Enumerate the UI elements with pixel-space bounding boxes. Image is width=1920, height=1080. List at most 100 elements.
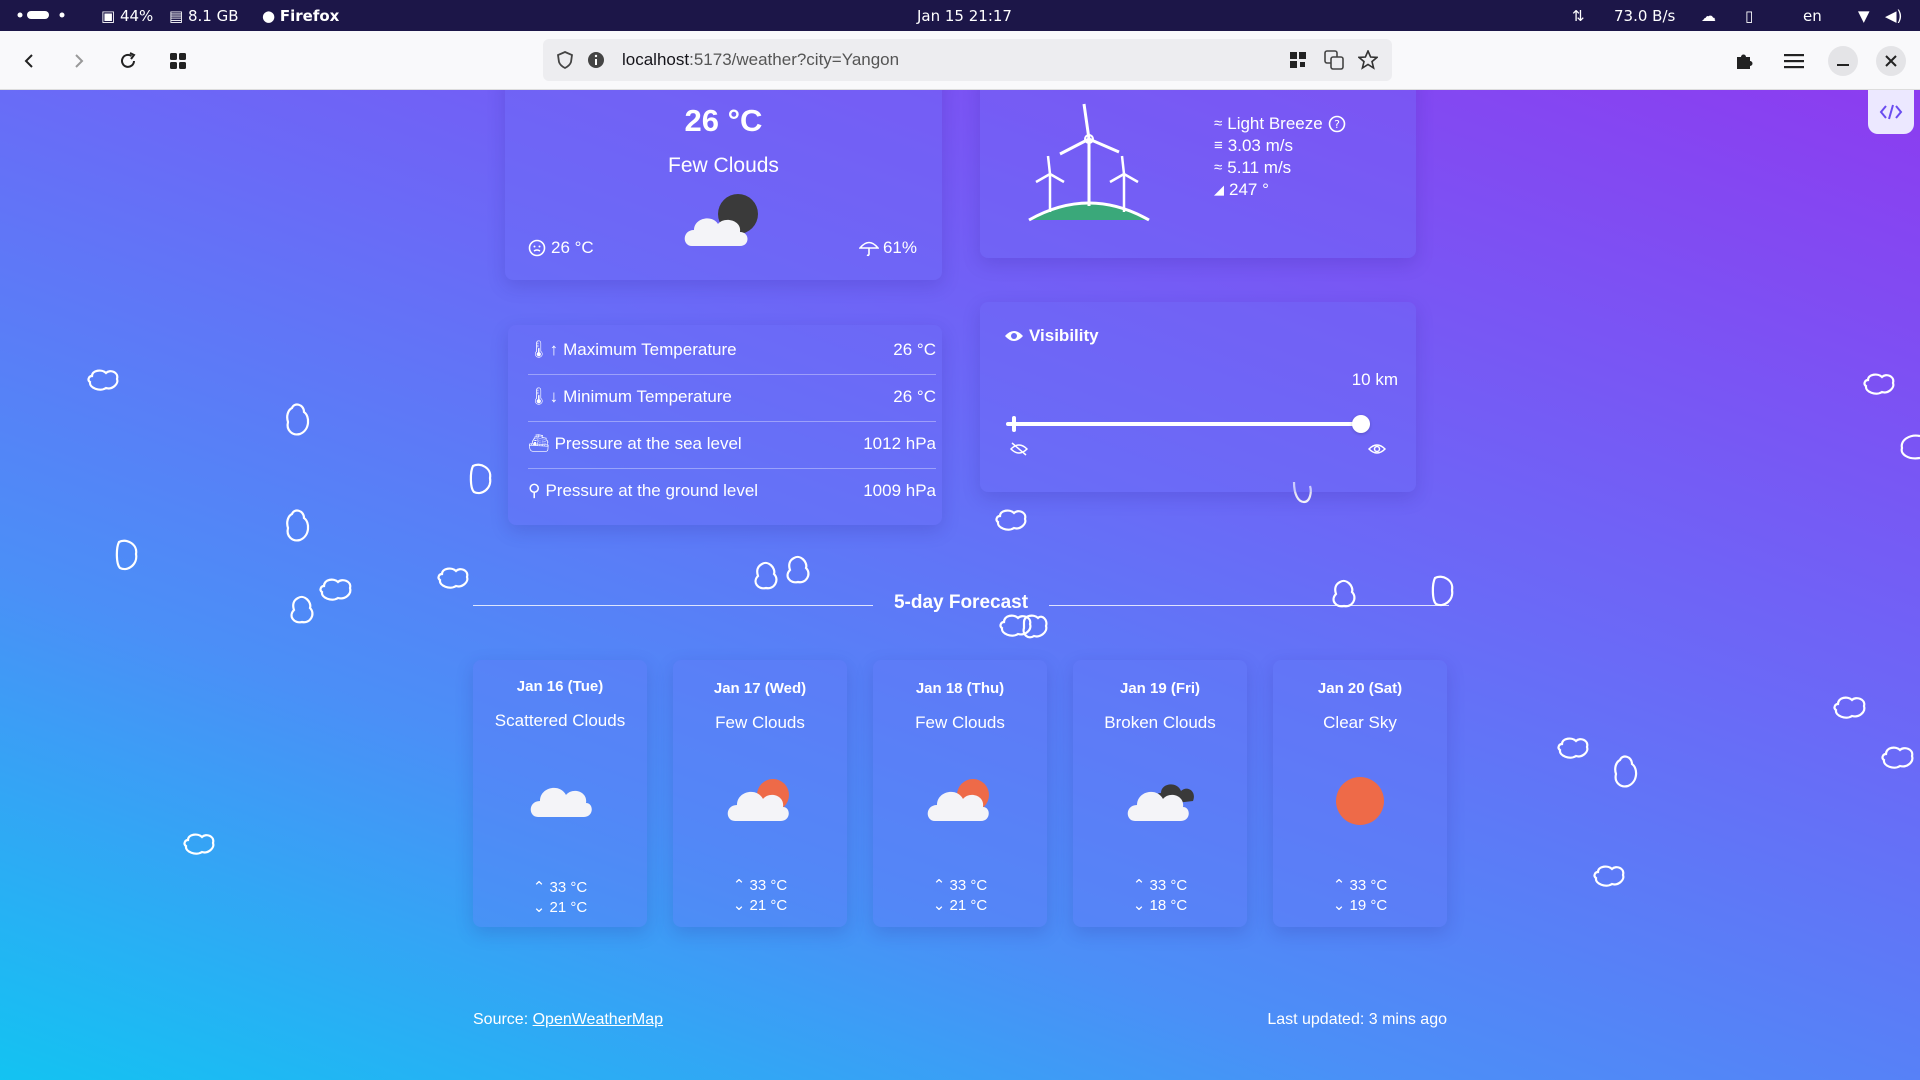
- shield-icon[interactable]: [557, 51, 573, 69]
- wifi-icon[interactable]: ▼: [1858, 7, 1870, 25]
- floating-cloud-icon: [290, 595, 314, 624]
- forecast-divider-right: [1049, 605, 1449, 606]
- floating-cloud-icon: [786, 555, 810, 584]
- forecast-card: Jan 19 (Fri) Broken Clouds ⌃ 33 °C ⌄ 18 …: [1073, 660, 1247, 927]
- face-icon: [528, 239, 546, 257]
- floating-cloud-icon: [469, 463, 492, 495]
- language-indicator[interactable]: en: [1803, 7, 1822, 25]
- minimize-icon: [1837, 64, 1849, 66]
- url-bar[interactable]: localhost:5173/weather?city=Yangon: [543, 39, 1392, 81]
- floating-cloud-icon: [1863, 373, 1895, 395]
- forecast-low: ⌄ 21 °C: [532, 899, 588, 916]
- detail-value: 1012 hPa: [863, 434, 936, 453]
- current-temperature: 26 °C: [684, 103, 763, 138]
- battery-status: ▣ 44%: [101, 7, 153, 25]
- wind-icon: ≈: [1214, 115, 1223, 132]
- forecast-condition: Few Clouds: [915, 713, 1005, 732]
- clipboard-icon[interactable]: ▯: [1745, 7, 1753, 25]
- forecast-high: ⌃ 33 °C: [1132, 877, 1188, 894]
- visibility-slider[interactable]: [1006, 414, 1370, 434]
- active-app[interactable]: ● Firefox: [262, 7, 339, 25]
- cloud-icon[interactable]: ☁: [1701, 7, 1716, 25]
- wind-speed: 3.03 m/s: [1227, 136, 1293, 155]
- system-top-bar: ▣ 44% ▤ 8.1 GB ● Firefox Jan 15 21:17 ⇅ …: [0, 0, 1920, 31]
- wind-description: Light Breeze: [1227, 114, 1323, 133]
- forecast-low: ⌄ 18 °C: [1132, 897, 1188, 914]
- visibility-min-marker: [1012, 416, 1016, 432]
- qr-code-icon[interactable]: [1289, 51, 1307, 69]
- openweathermap-link[interactable]: OpenWeatherMap: [533, 1011, 663, 1028]
- volume-icon[interactable]: ◀): [1885, 7, 1902, 25]
- close-button[interactable]: [1876, 46, 1906, 76]
- wind-direction: 247 °: [1229, 180, 1269, 199]
- wind-card: ≈ Light Breeze ? ≡ 3.03 m/s ≈ 5.11 m/s ◢…: [980, 90, 1416, 258]
- detail-row-max-temp: 🌡↑ Maximum Temperature 26 °C: [528, 328, 936, 375]
- forecast-high: ⌃ 33 °C: [532, 879, 588, 896]
- url-host: localhost: [622, 50, 690, 69]
- forecast-low: ⌄ 19 °C: [1332, 897, 1388, 914]
- extensions-grid-button[interactable]: [162, 45, 194, 77]
- memory-status: ▤ 8.1 GB: [169, 7, 239, 25]
- floating-cloud-icon: [286, 403, 310, 436]
- help-icon[interactable]: ?: [1328, 115, 1346, 133]
- footer-source: Source: OpenWeatherMap: [473, 1011, 663, 1029]
- back-icon: [24, 54, 33, 68]
- forecast-condition: Broken Clouds: [1104, 713, 1216, 732]
- weather-page: 26 °C Few Clouds 26 °C 61% ≈ Light Breez…: [0, 90, 1920, 1080]
- thermometer-up-icon: 🌡↑: [528, 340, 559, 359]
- forecast-date: Jan 20 (Sat): [1317, 680, 1403, 697]
- minimize-button[interactable]: [1828, 46, 1858, 76]
- forecast-date: Jan 18 (Thu): [915, 680, 1005, 697]
- bookmark-star-icon[interactable]: [1358, 50, 1378, 70]
- forecast-date: Jan 17 (Wed): [713, 680, 807, 697]
- forecast-low-value: 21 °C: [549, 899, 588, 916]
- forecast-condition: Scattered Clouds: [494, 711, 626, 730]
- feels-like-value: 26 °C: [551, 238, 594, 257]
- memory-label: 8.1 GB: [187, 7, 239, 25]
- info-icon[interactable]: [587, 51, 605, 69]
- url-text[interactable]: localhost:5173/weather?city=Yangon: [622, 50, 899, 70]
- eye-off-icon: [1010, 442, 1028, 456]
- grid-icon: [170, 53, 186, 69]
- firefox-icon: ●: [262, 7, 276, 25]
- reload-button[interactable]: [112, 45, 144, 77]
- few-clouds-night-icon: [684, 194, 758, 246]
- few-clouds-icon: [927, 779, 989, 821]
- visibility-title-text: Visibility: [1029, 326, 1099, 345]
- visibility-title: Visibility: [1004, 326, 1099, 346]
- floating-cloud-icon: [115, 539, 138, 571]
- forecast-date: Jan 19 (Fri): [1119, 680, 1201, 697]
- forecast-high-value: 33 °C: [549, 879, 588, 896]
- forecast-high: ⌃ 33 °C: [1332, 877, 1388, 894]
- thermometer-down-icon: 🌡↓: [528, 387, 559, 406]
- ground-pressure-icon: ⚲: [528, 481, 541, 500]
- code-toggle-button[interactable]: [1868, 90, 1914, 134]
- clock[interactable]: Jan 15 21:17: [917, 7, 1012, 25]
- detail-label: Pressure at the ground level: [545, 481, 759, 500]
- visibility-slider-thumb[interactable]: [1352, 415, 1370, 433]
- floating-cloud-icon: [1614, 755, 1638, 788]
- forecast-condition: Few Clouds: [715, 713, 805, 732]
- details-card: 🌡↑ Maximum Temperature 26 °C 🌡↓ Minimum Te…: [508, 325, 942, 525]
- wind-speed-row: ≡ 3.03 m/s: [1214, 135, 1346, 157]
- detail-label: Maximum Temperature: [563, 340, 737, 359]
- forecast-high: ⌃ 33 °C: [932, 877, 988, 894]
- forward-icon: [75, 54, 84, 68]
- eye-icon: [1005, 331, 1023, 341]
- back-button[interactable]: [14, 45, 46, 77]
- forward-button[interactable]: [62, 45, 94, 77]
- forecast-card: Jan 17 (Wed) Few Clouds ⌃ 33 °C ⌄ 21 °C: [673, 660, 847, 927]
- umbrella-icon: [858, 241, 879, 257]
- detail-value: 1009 hPa: [863, 481, 936, 500]
- menu-button[interactable]: [1778, 45, 1810, 77]
- activities-indicator[interactable]: [16, 5, 66, 29]
- battery-label: 44%: [119, 7, 154, 25]
- eye-open-icon: [1368, 444, 1386, 454]
- forecast-card: Jan 20 (Sat) Clear Sky ⌃ 33 °C ⌄ 19 °C: [1273, 660, 1447, 927]
- translate-icon[interactable]: [1324, 50, 1344, 70]
- floating-cloud-icon: [1332, 579, 1356, 608]
- floating-cloud-icon: [1833, 696, 1866, 719]
- svg-text:?: ?: [1334, 118, 1340, 131]
- extensions-button[interactable]: [1728, 45, 1760, 77]
- floating-cloud-icon: [437, 567, 469, 589]
